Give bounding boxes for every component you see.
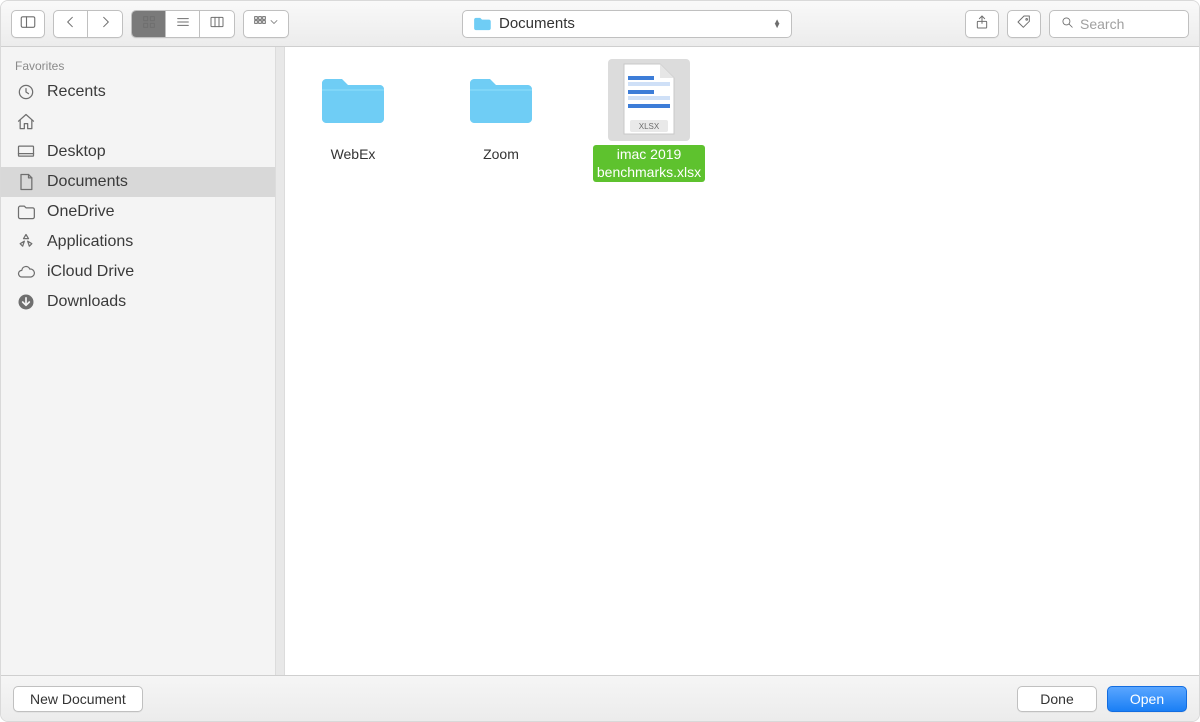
sidebar-item-home[interactable] bbox=[1, 107, 284, 137]
tags-button[interactable] bbox=[1007, 10, 1041, 38]
sidebar-item-icloud-drive[interactable]: iCloud Drive bbox=[1, 257, 284, 287]
sidebar-section-title: Favorites bbox=[1, 57, 284, 77]
sidebar-item-label: Documents bbox=[47, 173, 128, 191]
sidebar-item-label: Downloads bbox=[47, 293, 126, 311]
sidebar-item-label: Desktop bbox=[47, 143, 106, 161]
open-button[interactable]: Open bbox=[1107, 686, 1187, 712]
path-picker[interactable]: Documents ▲▼ bbox=[462, 10, 792, 38]
file-label: WebEx bbox=[327, 145, 380, 165]
sidebar-toggle-button[interactable] bbox=[11, 10, 45, 38]
icloud-drive-icon bbox=[15, 262, 37, 282]
grid-icon bbox=[141, 14, 157, 33]
sidebar-item-label: Applications bbox=[47, 233, 133, 251]
file-item-webex[interactable]: WebEx bbox=[303, 59, 403, 182]
tag-icon bbox=[1016, 14, 1032, 33]
view-columns-button[interactable] bbox=[200, 10, 234, 38]
onedrive-icon bbox=[15, 202, 37, 222]
downloads-icon bbox=[15, 292, 37, 312]
file-grid[interactable]: WebEx Zoom imac 2019 benchmarks.xlsx bbox=[285, 47, 1199, 675]
path-label: Documents bbox=[499, 15, 765, 32]
view-icons-button[interactable] bbox=[132, 10, 166, 38]
documents-icon bbox=[15, 172, 37, 192]
done-button[interactable]: Done bbox=[1017, 686, 1097, 712]
open-dialog: Documents ▲▼ Favorites Recents Desktop Doc… bbox=[0, 0, 1200, 722]
chevron-right-icon bbox=[97, 14, 113, 33]
desktop-icon bbox=[15, 142, 37, 162]
file-thumb bbox=[608, 59, 690, 141]
body: Favorites Recents Desktop Documents OneDriv… bbox=[1, 47, 1199, 675]
file-item-zoom[interactable]: Zoom bbox=[451, 59, 551, 182]
forward-button[interactable] bbox=[88, 10, 122, 38]
file-item-imac-benchmarks[interactable]: imac 2019 benchmarks.xlsx bbox=[599, 59, 699, 182]
sidebar-item-label: iCloud Drive bbox=[47, 263, 134, 281]
chevron-down-icon bbox=[268, 16, 280, 31]
sidebar-item-recents[interactable]: Recents bbox=[1, 77, 284, 107]
view-mode-segment bbox=[131, 10, 235, 38]
back-button[interactable] bbox=[54, 10, 88, 38]
search-icon bbox=[1060, 15, 1074, 32]
share-button[interactable] bbox=[965, 10, 999, 38]
recents-icon bbox=[15, 82, 37, 102]
new-document-button[interactable]: New Document bbox=[13, 686, 143, 712]
list-icon bbox=[175, 14, 191, 33]
sidebar-item-downloads[interactable]: Downloads bbox=[1, 287, 284, 317]
toolbar: Documents ▲▼ bbox=[1, 1, 1199, 47]
applications-icon bbox=[15, 232, 37, 252]
sidebar-item-label: Recents bbox=[47, 83, 106, 101]
group-menu[interactable] bbox=[243, 10, 289, 38]
file-thumb bbox=[312, 59, 394, 141]
chevron-left-icon bbox=[63, 14, 79, 33]
gallery-icon bbox=[252, 14, 268, 33]
share-icon bbox=[974, 14, 990, 33]
file-label: imac 2019 benchmarks.xlsx bbox=[593, 145, 705, 182]
sidebar-item-documents[interactable]: Documents bbox=[1, 167, 284, 197]
file-label: Zoom bbox=[479, 145, 523, 165]
sidebar-item-applications[interactable]: Applications bbox=[1, 227, 284, 257]
file-thumb bbox=[460, 59, 542, 141]
search-input[interactable] bbox=[1080, 16, 1178, 32]
sidebar: Favorites Recents Desktop Documents OneDriv… bbox=[1, 47, 285, 675]
sidebar-item-desktop[interactable]: Desktop bbox=[1, 137, 284, 167]
view-list-button[interactable] bbox=[166, 10, 200, 38]
sidebar-item-label: OneDrive bbox=[47, 203, 115, 221]
footer: New Document Done Open bbox=[1, 675, 1199, 721]
sidebar-item-onedrive[interactable]: OneDrive bbox=[1, 197, 284, 227]
sidebar-icon bbox=[19, 13, 37, 34]
folder-icon bbox=[473, 17, 491, 31]
search-field[interactable] bbox=[1049, 10, 1189, 38]
home-icon bbox=[15, 112, 37, 132]
columns-icon bbox=[209, 14, 225, 33]
stepper-icon: ▲▼ bbox=[773, 20, 781, 28]
nav-segment bbox=[53, 10, 123, 38]
